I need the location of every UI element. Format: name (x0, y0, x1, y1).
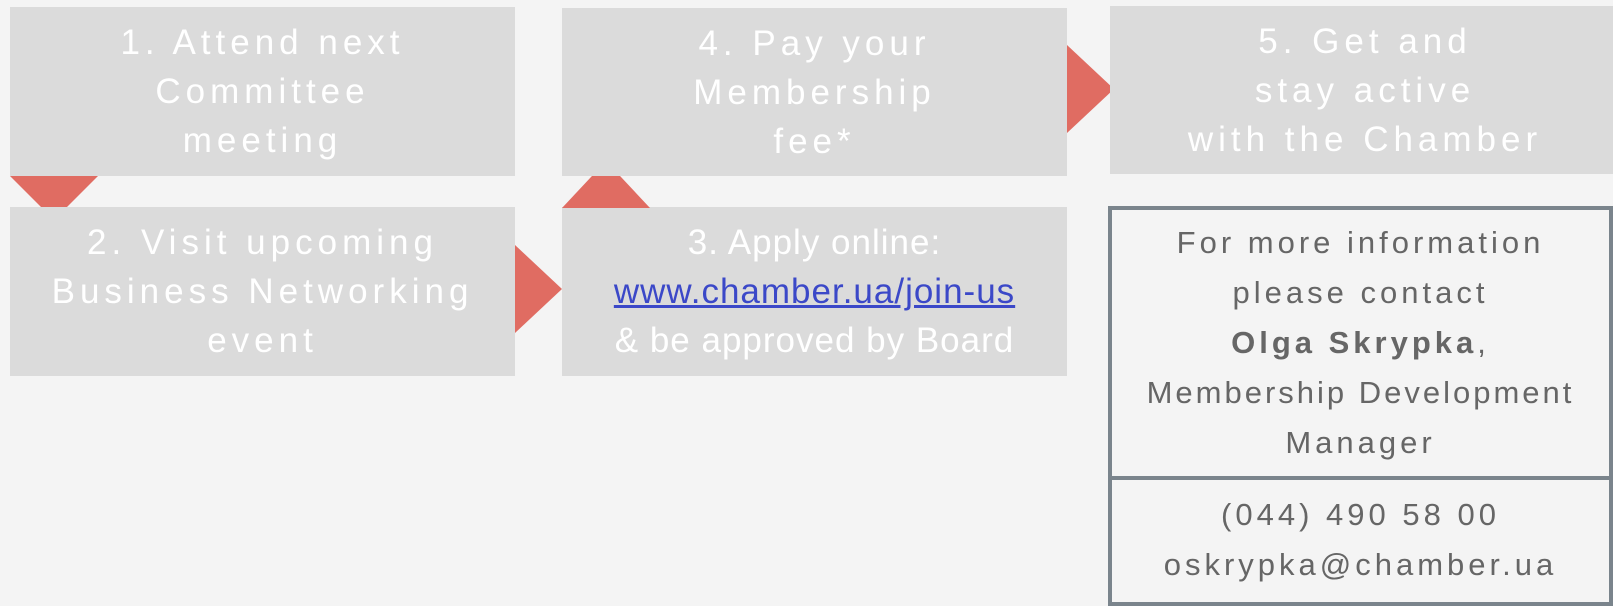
step-5-line-3: with the Chamber (1187, 119, 1543, 159)
arrow-right-icon (1067, 45, 1114, 133)
contact-name-line: Olga Skrypka, (1231, 318, 1490, 368)
contact-details-box: (044) 490 58 00 oskrypka@chamber.ua (1108, 476, 1613, 606)
step-1-line-3: meeting (182, 121, 343, 160)
arrow-right-icon (515, 245, 562, 333)
step-3-box: 3. Apply online: www.chamber.ua/join-us … (562, 207, 1067, 376)
step-2-line-3: event (207, 321, 318, 360)
contact-line-1: For more information (1176, 225, 1545, 260)
contact-info-box: For more information please contact Olga… (1108, 206, 1613, 480)
step-5-box: 5. Get and stay active with the Chamber (1110, 6, 1613, 174)
step-2-box: 2. Visit upcoming Business Networking ev… (10, 207, 515, 376)
step-3-line-3: & be approved by Board (614, 321, 1015, 360)
step-1-box: 1. Attend next Committee meeting (10, 7, 515, 176)
contact-phone[interactable]: (044) 490 58 00 (1221, 490, 1500, 540)
join-us-link[interactable]: www.chamber.ua/join-us (614, 267, 1015, 316)
step-2-line-1: 2. Visit upcoming (87, 223, 438, 262)
contact-name-suffix: , (1477, 325, 1490, 360)
step-1-line-1: 1. Attend next (120, 23, 405, 62)
step-2-line-2: Business Networking (51, 272, 474, 311)
contact-line-2: please contact (1232, 275, 1489, 310)
contact-email[interactable]: oskrypka@chamber.ua (1164, 540, 1558, 590)
step-4-line-2: Membership (693, 72, 936, 112)
step-4-line-1: 4. Pay your (698, 23, 931, 63)
contact-role-line-1: Membership Development (1146, 375, 1575, 410)
step-1-line-2: Committee (155, 72, 370, 111)
step-4-line-3: fee* (773, 121, 856, 161)
step-5-line-1: 5. Get and (1258, 21, 1472, 61)
contact-role-line-2: Manager (1285, 425, 1436, 460)
step-3-line-1: 3. Apply online: (687, 223, 942, 262)
step-5-line-2: stay active (1254, 70, 1476, 110)
step-4-box: 4. Pay your Membership fee* (562, 8, 1067, 176)
contact-name: Olga Skrypka (1231, 325, 1478, 360)
